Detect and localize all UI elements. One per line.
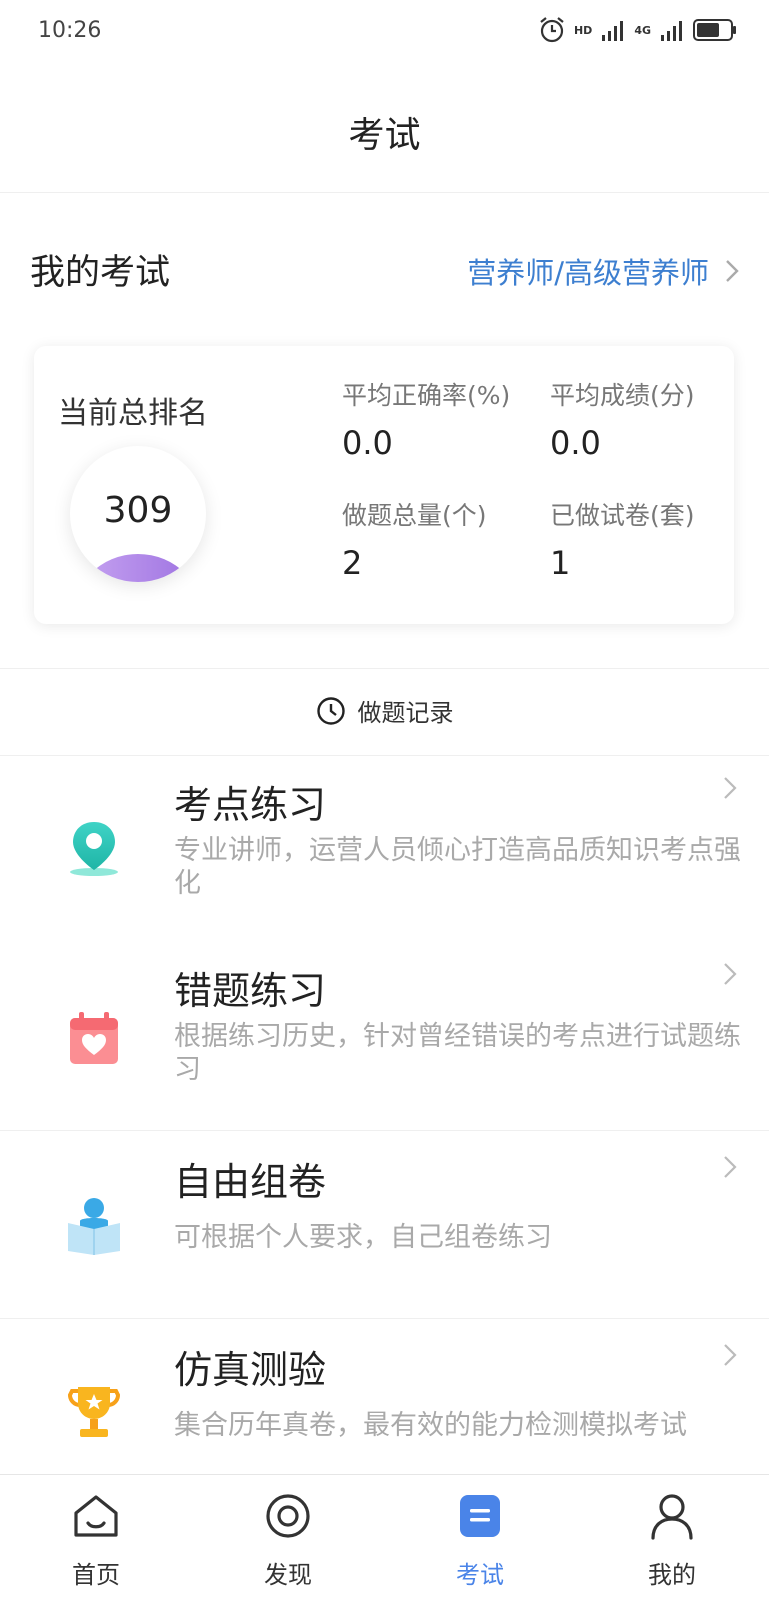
nav-exam[interactable]: 考试 bbox=[384, 1475, 576, 1601]
status-bar: 10:26 HD 4G bbox=[0, 0, 769, 62]
network-label: 4G bbox=[634, 23, 651, 37]
stat-average-score: 平均成绩(分) 0.0 bbox=[550, 376, 695, 462]
status-icons: HD 4G bbox=[538, 16, 737, 44]
nav-profile[interactable]: 我的 bbox=[576, 1475, 768, 1601]
location-pin-icon bbox=[70, 822, 118, 876]
rank-circle: 309 bbox=[70, 446, 206, 582]
reader-book-icon bbox=[68, 1198, 120, 1255]
my-exam-title: 我的考试 bbox=[30, 253, 171, 293]
feature-title: 自由组卷 bbox=[174, 1160, 327, 1204]
feature-free-compose[interactable]: 自由组卷 可根据个人要求，自己组卷练习 bbox=[0, 1131, 769, 1317]
stats-card: 当前总排名 309 平均正确率(%) 0.0 平均成绩(分) 0.0 做题总量(… bbox=[34, 346, 734, 624]
record-label: 做题记录 bbox=[357, 699, 454, 727]
nav-discover[interactable]: 发现 bbox=[192, 1475, 384, 1601]
stat-value: 0.0 bbox=[550, 424, 601, 462]
stat-label: 平均正确率(%) bbox=[342, 381, 511, 410]
rank-value: 309 bbox=[103, 490, 173, 531]
stat-value: 0.0 bbox=[342, 424, 393, 462]
stat-accuracy: 平均正确率(%) 0.0 bbox=[342, 376, 510, 462]
record-button[interactable]: 做题记录 bbox=[0, 693, 769, 728]
page-title: 考试 bbox=[348, 115, 421, 156]
feature-desc: 专业讲师，运营人员倾心打造高品质知识考点强化 bbox=[174, 835, 741, 899]
alarm-icon bbox=[540, 17, 564, 43]
feature-desc: 可根据个人要求，自己组卷练习 bbox=[174, 1222, 552, 1253]
nav-label: 首页 bbox=[72, 1561, 120, 1589]
signal-icon-2 bbox=[661, 21, 682, 41]
status-time: 10:26 bbox=[38, 18, 102, 43]
stat-total-questions: 做题总量(个) 2 bbox=[342, 496, 487, 582]
feature-simulation-test[interactable]: 仿真测验 集合历年真卷，最有效的能力检测模拟考试 bbox=[0, 1319, 769, 1473]
nav-label: 我的 bbox=[648, 1561, 696, 1589]
nav-label: 发现 bbox=[264, 1561, 312, 1589]
feature-wrong-questions[interactable]: 错题练习 根据练习历史，针对曾经错误的考点进行试题练习 bbox=[0, 940, 769, 1126]
nav-home[interactable]: 首页 bbox=[0, 1475, 192, 1601]
stat-papers-done: 已做试卷(套) 1 bbox=[550, 496, 695, 582]
profession-label: 营养师/高级营养师 bbox=[467, 256, 709, 290]
stat-label: 平均成绩(分) bbox=[550, 381, 695, 410]
chevron-right-icon bbox=[724, 777, 737, 799]
hd-label: HD bbox=[573, 23, 593, 37]
trophy-icon bbox=[67, 1387, 121, 1437]
feature-kaodian-practice[interactable]: 考点练习 专业讲师，运营人员倾心打造高品质知识考点强化 bbox=[0, 754, 769, 940]
chevron-right-icon bbox=[726, 260, 739, 282]
feature-title: 仿真测验 bbox=[174, 1348, 327, 1392]
exam-icon bbox=[460, 1495, 500, 1537]
feature-desc: 集合历年真卷，最有效的能力检测模拟考试 bbox=[174, 1410, 687, 1441]
chevron-right-icon bbox=[724, 1156, 737, 1178]
feature-title: 错题练习 bbox=[174, 969, 327, 1013]
stat-value: 2 bbox=[342, 544, 363, 582]
chevron-right-icon bbox=[724, 963, 737, 985]
feature-desc: 根据练习历史，针对曾经错误的考点进行试题练习 bbox=[174, 1021, 741, 1085]
stat-label: 做题总量(个) bbox=[342, 501, 487, 530]
stat-label: 已做试卷(套) bbox=[550, 501, 695, 530]
bottom-nav: 首页 发现 考试 我的 bbox=[0, 1474, 769, 1601]
profile-icon bbox=[651, 1494, 693, 1540]
clock-icon bbox=[316, 696, 345, 725]
battery-icon bbox=[693, 19, 736, 41]
rank-wave bbox=[70, 554, 206, 582]
discover-icon bbox=[266, 1494, 310, 1538]
home-icon bbox=[74, 1495, 118, 1537]
rank-label: 当前总排名 bbox=[58, 396, 208, 431]
feature-title: 考点练习 bbox=[174, 783, 327, 827]
calendar-heart-icon bbox=[70, 1012, 118, 1064]
chevron-right-icon bbox=[724, 1344, 737, 1366]
nav-label: 考试 bbox=[456, 1561, 504, 1589]
signal-icon bbox=[602, 21, 624, 41]
page-header: 考试 bbox=[0, 62, 769, 193]
profession-selector[interactable]: 营养师/高级营养师 bbox=[467, 250, 739, 292]
stat-value: 1 bbox=[550, 544, 571, 582]
record-bar: 做题记录 bbox=[0, 668, 769, 756]
